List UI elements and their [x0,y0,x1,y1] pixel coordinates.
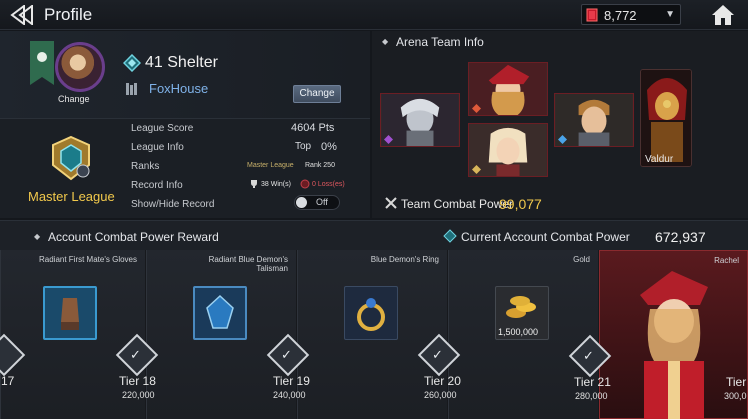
league-name: Master League [28,189,115,204]
element-dark-icon [384,135,393,144]
current-account-power-value: 672,937 [655,229,706,245]
currency-display[interactable]: 8,772 ▼ [581,4,681,25]
profile-panel: Change 41 Shelter FoxHouse Change Master… [0,31,370,218]
arena-title-arrow-icon: ◆ [382,37,389,46]
tier-value: 260,000 [424,390,457,400]
toggle-state-label: Off [316,197,328,207]
crossed-swords-icon [385,197,397,209]
arena-hero-slot-3[interactable] [468,123,548,177]
tier-label: Tier 19 [273,374,310,388]
check-icon: ✓ [583,348,594,363]
arena-leader-slot[interactable] [640,69,692,167]
show-hide-record-label: Show/Hide Record [131,199,215,210]
back-button[interactable] [10,4,36,26]
tier-value: 240,000 [273,390,306,400]
league-info-value: 0% [321,141,337,153]
next-tier-value: 300,0 [724,391,747,401]
ring-icon [357,298,385,331]
reward-name: Radiant Blue Demon's Talisman [208,255,288,273]
talisman-icon [206,294,234,329]
check-icon: ✓ [432,347,443,362]
guild-icon [126,83,137,95]
ranks-rank: Rank 250 [305,162,335,169]
reward-card-tier-21[interactable]: Rachel ✓ Tier 21 280,000 Tier 300,0 [568,250,748,419]
player-name: 41 Shelter [145,54,218,71]
element-water-icon [558,135,567,144]
home-icon [712,5,734,25]
gloves-icon [61,298,79,330]
loss-icon [300,179,310,189]
league-score-value: 4604 Pts [291,122,335,134]
show-hide-record-toggle[interactable]: Off [294,195,340,210]
master-league-emblem-icon [52,135,90,181]
currency-amount: 8,772 [604,8,637,23]
leader-name: Valdur [645,154,674,165]
reward-name: Gold [573,255,590,264]
record-info-label: Record Info [131,180,183,191]
check-icon: ✓ [281,347,292,362]
reward-name: Rachel [714,256,739,265]
reward-track[interactable]: Radiant First Mate's Gloves 17 Radiant B… [0,250,748,419]
rank-diamond-icon [123,54,141,72]
arena-team-panel: ◆ Arena Team Info Valdur Team Combat Pow… [372,31,748,218]
element-fire-icon [472,104,481,113]
tier-label: Tier 20 [424,374,461,388]
account-power-reward-title: Account Combat Power Reward [48,230,219,244]
tier-value: 280,000 [575,391,608,401]
reward-header: ◆ Account Combat Power Reward Current Ac… [0,220,748,250]
change-button[interactable]: Change [293,85,341,103]
reward-item-talisman[interactable] [193,286,247,340]
tier-label: 17 [1,374,15,388]
league-info-label: League Info [131,142,184,153]
gold-coins-icon [506,296,536,318]
guild-banner-icon [30,41,54,85]
ruby-currency-icon [586,8,598,22]
top-bar: Profile 8,772 ▼ [0,0,748,30]
league-score-label: League Score [131,123,194,134]
combat-power-icon [443,229,457,243]
league-info-top: Top [295,141,312,152]
ranks-league: Master League [247,162,294,169]
home-button[interactable] [710,3,736,27]
reward-name: Radiant First Mate's Gloves [38,255,137,264]
reward-title-arrow-icon: ◆ [34,232,41,241]
arena-team-title: Arena Team Info [396,35,484,49]
record-losses: 0 Loss(es) [312,181,345,188]
reward-item-gloves[interactable] [43,286,97,340]
guild-name-link[interactable]: FoxHouse [149,81,208,96]
chevron-down-icon: ▼ [665,9,675,20]
reward-name: Blue Demon's Ring [370,255,439,264]
page-title: Profile [44,5,93,24]
avatar[interactable] [55,42,105,92]
trophy-icon [251,180,257,188]
team-combat-power-value: 99,077 [499,196,542,212]
avatar-change-label[interactable]: Change [58,94,90,104]
rachel-character-art [640,271,708,419]
back-arrow-icon [10,4,33,26]
ranks-label: Ranks [131,161,160,172]
current-account-power-label: Current Account Combat Power [461,230,630,244]
tier-value: 220,000 [122,390,155,400]
reward-item-gold[interactable]: 1,500,000 [495,286,549,340]
element-light-icon [472,165,481,174]
leader-portrait [641,70,691,166]
tier-label: Tier 21 [574,375,611,389]
gold-quantity: 1,500,000 [498,327,539,337]
arena-hero-slot-2[interactable] [468,62,548,116]
next-tier-label: Tier [726,375,747,389]
arena-hero-slot-4[interactable] [554,93,634,147]
claimed-diamond [0,333,26,377]
toggle-knob [296,197,307,208]
team-combat-power-label: Team Combat Power [401,197,514,211]
arena-hero-slot-1[interactable] [380,93,460,147]
check-icon: ✓ [130,347,141,362]
record-wins: 38 Win(s) [261,181,291,188]
reward-item-ring[interactable] [344,286,398,340]
tier-label: Tier 18 [119,374,156,388]
